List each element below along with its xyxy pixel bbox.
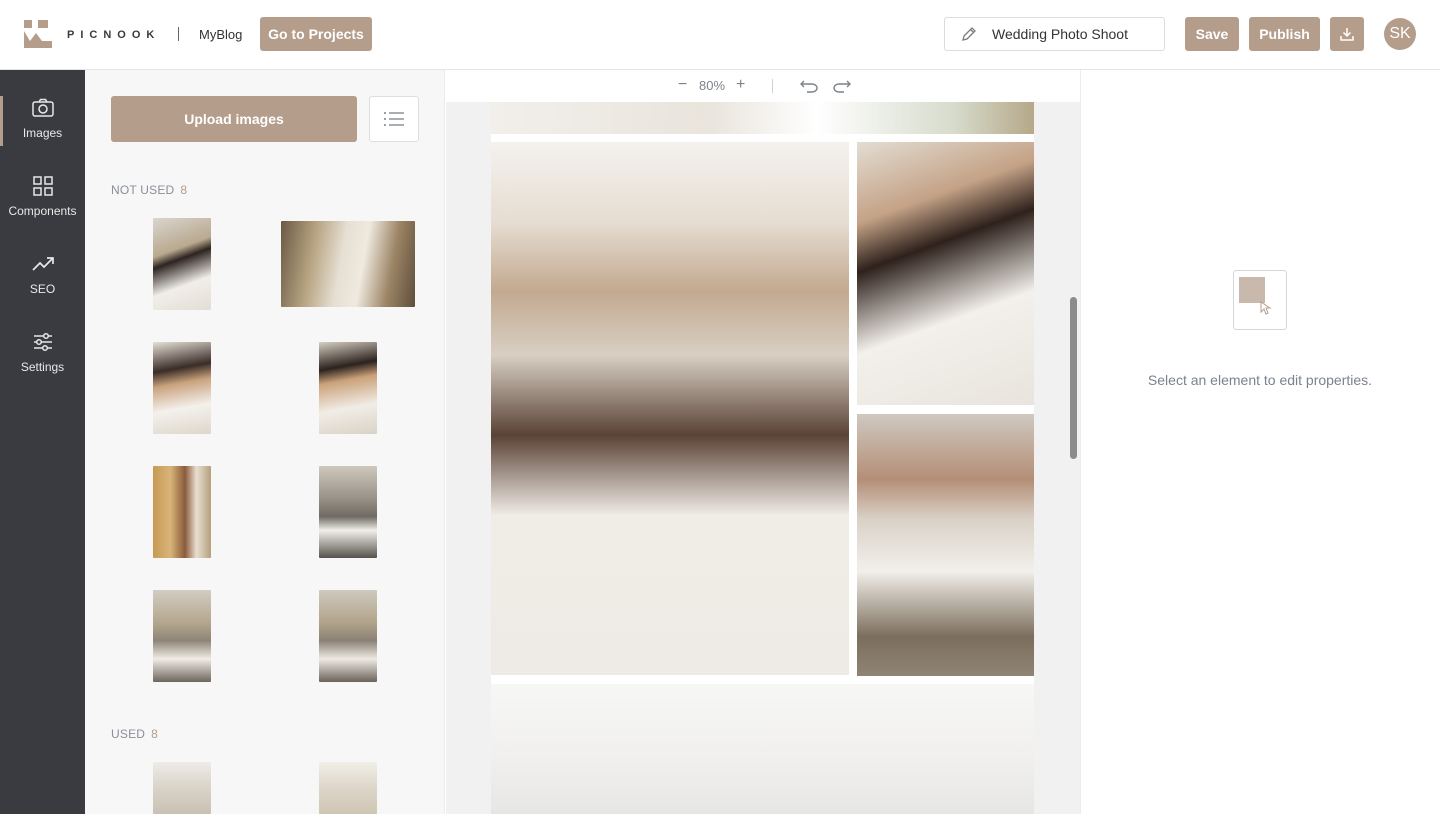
trend-icon: [31, 257, 54, 271]
project-title-field[interactable]: Wedding Photo Shoot: [944, 17, 1165, 51]
toolbar-divider: [772, 79, 773, 93]
download-icon: [1340, 28, 1354, 41]
user-avatar[interactable]: SK: [1384, 18, 1416, 50]
pencil-icon: [962, 27, 976, 41]
page-canvas[interactable]: [491, 102, 1034, 814]
image-thumbnail[interactable]: [153, 466, 211, 558]
undo-icon[interactable]: [799, 79, 819, 93]
project-title: Wedding Photo Shoot: [992, 26, 1128, 42]
brand-wordmark: PICNOOK: [67, 29, 161, 41]
image-thumbnail[interactable]: [153, 218, 211, 310]
used-section-label: USED 8: [111, 727, 158, 741]
save-button[interactable]: Save: [1185, 17, 1239, 51]
sliders-icon: [33, 332, 52, 352]
blog-name[interactable]: MyBlog: [199, 27, 242, 42]
image-thumbnail[interactable]: [319, 762, 377, 814]
nav-label: Images: [22, 126, 63, 140]
images-panel: [85, 70, 445, 814]
zoom-in-button[interactable]: +: [736, 76, 745, 94]
grid-icon: [32, 176, 53, 196]
image-thumbnail[interactable]: [319, 466, 377, 558]
header-divider: [178, 27, 179, 41]
picnook-logo-icon[interactable]: [24, 19, 52, 49]
nav-item-components[interactable]: Components: [0, 174, 85, 236]
not-used-label: NOT USED: [111, 183, 175, 197]
zoom-out-button[interactable]: −: [678, 76, 687, 94]
image-thumbnail[interactable]: [153, 590, 211, 682]
nav-item-settings[interactable]: Settings: [0, 330, 85, 392]
download-button[interactable]: [1330, 17, 1364, 51]
canvas-photo[interactable]: [857, 414, 1034, 676]
image-thumbnail[interactable]: [153, 762, 211, 814]
camera-icon: [31, 98, 54, 117]
zoom-level: 80%: [699, 78, 726, 93]
image-thumbnail[interactable]: [153, 342, 211, 434]
properties-empty-message: Select an element to edit properties.: [1147, 372, 1373, 388]
canvas-photo[interactable]: [491, 684, 1034, 814]
used-count: 8: [151, 727, 159, 741]
nav-label: Components: [8, 204, 77, 218]
nav-label: SEO: [29, 282, 56, 296]
app-header: PICNOOK MyBlog Go to Projects Wedding Ph…: [0, 0, 1440, 70]
image-thumbnail[interactable]: [281, 221, 415, 307]
select-element-icon: [1233, 270, 1287, 330]
canvas-photo[interactable]: [491, 102, 1034, 134]
canvas-scrollbar[interactable]: [1070, 297, 1077, 459]
properties-panel: [1080, 70, 1440, 814]
used-label: USED: [111, 727, 146, 741]
canvas-photo[interactable]: [491, 142, 849, 675]
list-view-button[interactable]: [369, 96, 419, 142]
nav-label: Settings: [20, 360, 65, 374]
not-used-section-label: NOT USED 8: [111, 183, 187, 197]
canvas-toolbar: [446, 70, 1080, 102]
image-thumbnail[interactable]: [319, 590, 377, 682]
upload-images-button[interactable]: Upload images: [111, 96, 357, 142]
publish-button[interactable]: Publish: [1249, 17, 1320, 51]
redo-icon[interactable]: [832, 79, 852, 93]
go-to-projects-button[interactable]: Go to Projects: [260, 17, 372, 51]
list-icon: [384, 112, 404, 126]
not-used-count: 8: [180, 183, 188, 197]
nav-item-seo[interactable]: SEO: [0, 252, 85, 314]
nav-item-images[interactable]: Images: [0, 96, 85, 158]
image-thumbnail[interactable]: [319, 342, 377, 434]
left-nav: Images Components SEO Settings: [0, 70, 85, 814]
canvas-photo[interactable]: [857, 142, 1034, 405]
